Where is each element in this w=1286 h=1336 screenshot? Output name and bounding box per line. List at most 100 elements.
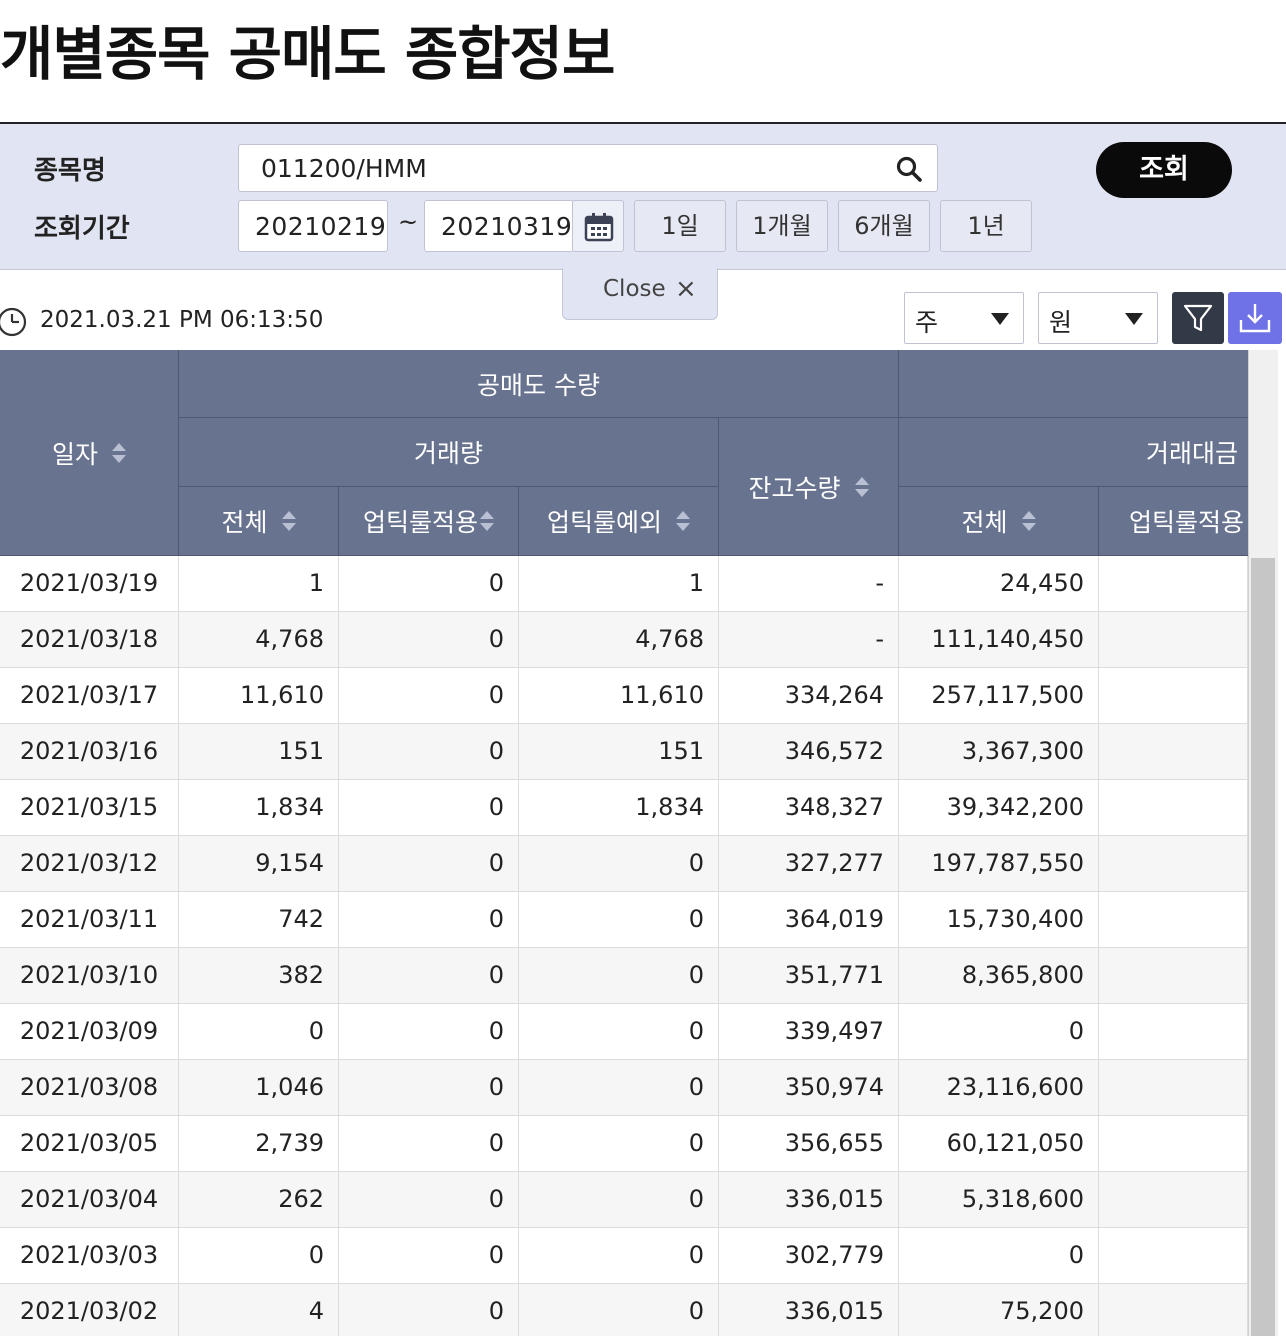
close-icon: ×: [675, 274, 697, 304]
cell-uptick-exception: 0: [519, 892, 719, 948]
header-amount-total-label: 전체: [961, 508, 1008, 537]
cell-amount-uptick: [1099, 892, 1248, 948]
sort-icon[interactable]: [1021, 509, 1036, 533]
cell-uptick-applied: 0: [339, 668, 519, 724]
query-button[interactable]: 조회: [1096, 142, 1232, 198]
header-uptick-applied[interactable]: 업틱룰적용: [339, 487, 519, 556]
date-to-input[interactable]: 20210319: [424, 200, 574, 252]
cell-amount-total: 257,117,500: [899, 668, 1099, 724]
cell-uptick-applied: 0: [339, 1004, 519, 1060]
cell-uptick-exception: 0: [519, 1116, 719, 1172]
cell-uptick-applied: 0: [339, 1228, 519, 1284]
cell-balance: 327,277: [719, 836, 899, 892]
cell-uptick-exception: 0: [519, 836, 719, 892]
header-volume-label: 거래량: [413, 439, 483, 468]
table-row[interactable]: 2021/03/08 1,046 0 0 350,974 23,116,600: [0, 1060, 1248, 1116]
timestamp: 2021.03.21 PM 06:13:50: [40, 307, 324, 333]
cell-volume-total: 4,768: [179, 612, 339, 668]
cell-amount-total: 3,367,300: [899, 724, 1099, 780]
cell-date: 2021/03/05: [0, 1116, 179, 1172]
unit-select[interactable]: 주: [904, 292, 1024, 344]
close-label: Close: [603, 276, 666, 302]
header-uptick-exception[interactable]: 업틱룰예외: [519, 487, 719, 556]
table-body: 2021/03/19 1 0 1-24,450 2021/03/18 4,768 0 4,76…: [0, 556, 1248, 1336]
header-volume-total[interactable]: 전체: [179, 487, 339, 556]
calendar-button[interactable]: [572, 200, 624, 252]
table-row[interactable]: 2021/03/19 1 0 1-24,450: [0, 556, 1248, 612]
filter-button[interactable]: [1172, 292, 1224, 344]
period-6month-button[interactable]: 6개월: [838, 200, 930, 252]
cell-date: 2021/03/09: [0, 1004, 179, 1060]
date-range-separator: ~: [398, 208, 419, 236]
cell-amount-uptick: [1099, 556, 1248, 612]
cell-amount-total: 0: [899, 1228, 1099, 1284]
table-row[interactable]: 2021/03/16 151 0 151 346,572 3,367,300: [0, 724, 1248, 780]
cell-amount-total: 0: [899, 1004, 1099, 1060]
table-row[interactable]: 2021/03/04 262 0 0 336,015 5,318,600: [0, 1172, 1248, 1228]
cell-uptick-applied: 0: [339, 724, 519, 780]
header-date[interactable]: 일자: [0, 350, 179, 556]
header-amount-uptick[interactable]: 업틱룰적용: [1099, 487, 1248, 556]
header-balance[interactable]: 잔고수량: [719, 418, 899, 556]
date-from-value: 20210219: [255, 212, 387, 241]
sort-icon[interactable]: [854, 475, 869, 499]
cell-amount-uptick: [1099, 780, 1248, 836]
period-1month-button[interactable]: 1개월: [736, 200, 828, 252]
period-1year-button[interactable]: 1년: [940, 200, 1032, 252]
table-row[interactable]: 2021/03/02 4 0 0 336,015 75,200: [0, 1284, 1248, 1336]
table-row[interactable]: 2021/03/03 0 0 0 302,779 0: [0, 1228, 1248, 1284]
cell-balance: 350,974: [719, 1060, 899, 1116]
cell-date: 2021/03/15: [0, 780, 179, 836]
period-1day-button[interactable]: 1일: [634, 200, 726, 252]
cell-volume-total: 1,834: [179, 780, 339, 836]
cell-date: 2021/03/02: [0, 1284, 179, 1336]
cell-date: 2021/03/16: [0, 724, 179, 780]
cell-uptick-exception: 0: [519, 1060, 719, 1116]
sort-icon[interactable]: [281, 509, 296, 533]
cell-uptick-applied: 0: [339, 948, 519, 1004]
currency-select-value: 원: [1049, 308, 1073, 337]
table-row[interactable]: 2021/03/05 2,739 0 0 356,655 60,121,050: [0, 1116, 1248, 1172]
cell-amount-total: 111,140,450: [899, 612, 1099, 668]
cell-balance: 336,015: [719, 1284, 899, 1336]
table-row[interactable]: 2021/03/11 742 0 0 364,019 15,730,400: [0, 892, 1248, 948]
cell-volume-total: 0: [179, 1004, 339, 1060]
cell-amount-uptick: [1099, 1116, 1248, 1172]
cell-amount-total: 15,730,400: [899, 892, 1099, 948]
date-from-input[interactable]: 20210219: [238, 200, 388, 252]
close-panel-button[interactable]: Close ×: [562, 268, 718, 320]
sort-icon[interactable]: [676, 509, 690, 533]
cell-date: 2021/03/19: [0, 556, 179, 612]
header-short-quantity: 공매도 수량: [179, 350, 899, 418]
search-icon[interactable]: [895, 155, 923, 183]
vertical-scrollbar[interactable]: [1248, 350, 1278, 1336]
cell-uptick-applied: 0: [339, 556, 519, 612]
sort-icon[interactable]: [112, 441, 126, 465]
table-row[interactable]: 2021/03/10 382 0 0 351,771 8,365,800: [0, 948, 1248, 1004]
currency-select[interactable]: 원: [1038, 292, 1158, 344]
download-button[interactable]: [1228, 292, 1282, 344]
cell-amount-total: 39,342,200: [899, 780, 1099, 836]
header-amount-total[interactable]: 전체: [899, 487, 1099, 556]
header-volume: 거래량: [179, 418, 719, 487]
table-row[interactable]: 2021/03/09 0 0 0 339,497 0: [0, 1004, 1248, 1060]
cell-volume-total: 9,154: [179, 836, 339, 892]
cell-date: 2021/03/12: [0, 836, 179, 892]
stock-search-input[interactable]: 011200/HMM: [238, 144, 938, 192]
header-uptick-exception-label: 업틱룰예외: [546, 508, 662, 537]
cell-volume-total: 0: [179, 1228, 339, 1284]
cell-date: 2021/03/03: [0, 1228, 179, 1284]
table-row[interactable]: 2021/03/12 9,154 0 0 327,277 197,787,550: [0, 836, 1248, 892]
filter-icon: [1183, 304, 1213, 332]
header-uptick-applied-label: 업틱룰적용: [362, 508, 478, 537]
table-row[interactable]: 2021/03/18 4,768 0 4,768-111,140,450: [0, 612, 1248, 668]
cell-volume-total: 262: [179, 1172, 339, 1228]
table-row[interactable]: 2021/03/15 1,834 0 1,834 348,327 39,342,200: [0, 780, 1248, 836]
sort-icon[interactable]: [480, 509, 494, 533]
cell-amount-total: 5,318,600: [899, 1172, 1099, 1228]
table-row[interactable]: 2021/03/17 11,610 0 11,610 334,264 257,117,50…: [0, 668, 1248, 724]
cell-date: 2021/03/17: [0, 668, 179, 724]
cell-amount-uptick: [1099, 948, 1248, 1004]
scrollbar-thumb[interactable]: [1251, 558, 1275, 1336]
cell-amount-uptick: [1099, 724, 1248, 780]
